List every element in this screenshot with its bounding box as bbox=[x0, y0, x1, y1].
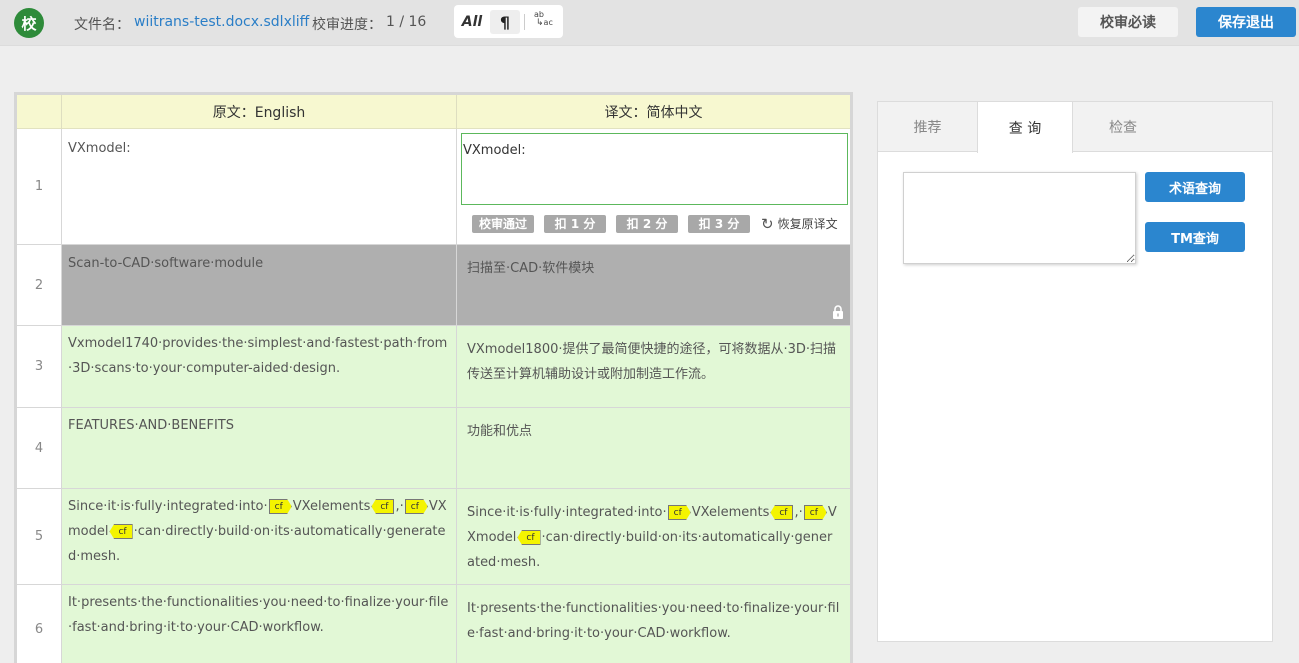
segment-grid: 原文：English 译文：简体中文 1 VXmodel: VXmodel: 校… bbox=[14, 92, 853, 663]
deduct-1-button[interactable]: 扣 1 分 bbox=[544, 215, 606, 233]
lock-icon bbox=[833, 305, 843, 319]
cf-tag-open[interactable]: cf bbox=[667, 505, 691, 520]
cf-tag-close[interactable]: cf bbox=[371, 499, 395, 514]
segment-row-4[interactable]: 4 FEATURES·AND·BENEFITS 功能和优点 bbox=[17, 408, 850, 489]
deduct-3-button[interactable]: 扣 3 分 bbox=[688, 215, 750, 233]
query-input[interactable] bbox=[903, 172, 1136, 264]
segment-number: 5 bbox=[17, 489, 62, 584]
source-text: Since·it·is·fully·integrated·into· cf VXel… bbox=[62, 489, 457, 584]
target-text: 扫描至·CAD·软件模块 bbox=[467, 261, 595, 276]
save-exit-button[interactable]: 保存退出 bbox=[1196, 7, 1296, 37]
progress-label: 校审进度： bbox=[312, 17, 382, 33]
segment-row-6[interactable]: 6 It·presents·the·functionalities·you·ne… bbox=[17, 585, 850, 663]
target-text: VXmodel1800·提供了最简便快捷的途径，可将数据从·3D·扫描传送至计算… bbox=[457, 326, 850, 407]
grid-header: 原文：English 译文：简体中文 bbox=[17, 95, 850, 129]
tab-recommend[interactable]: 推荐 bbox=[878, 102, 977, 152]
header-number-cell bbox=[17, 95, 62, 129]
side-panel: 推荐 查 询 检查 术语查询 TM查询 bbox=[877, 101, 1273, 642]
target-edit-field[interactable]: VXmodel: bbox=[461, 133, 848, 205]
tab-query[interactable]: 查 询 bbox=[977, 102, 1073, 153]
segment-number: 4 bbox=[17, 408, 62, 488]
segment-number: 6 bbox=[17, 585, 62, 663]
segment-row-1[interactable]: 1 VXmodel: VXmodel: 校审通过 扣 1 分 扣 2 分 扣 3… bbox=[17, 129, 850, 245]
segment-number: 1 bbox=[17, 129, 62, 244]
display-toolbar: All ¶ ab ↳ac bbox=[454, 5, 563, 38]
term-query-button[interactable]: 术语查询 bbox=[1145, 172, 1245, 202]
review-guide-button[interactable]: 校审必读 bbox=[1078, 7, 1178, 37]
app-logo: 校 bbox=[14, 8, 44, 38]
segment-row-3[interactable]: 3 Vxmodel1740·provides·the·simplest·and·… bbox=[17, 326, 850, 408]
target-text: It·presents·the·functionalities·you·need… bbox=[457, 585, 850, 663]
segment-row-2[interactable]: 2 Scan-to-CAD·software·module 扫描至·CAD·软件… bbox=[17, 245, 850, 326]
spellcheck-button[interactable]: ab ↳ac bbox=[532, 11, 556, 33]
segment-number: 2 bbox=[17, 245, 62, 325]
segment-row-5[interactable]: 5 Since·it·is·fully·integrated·into· cf VX… bbox=[17, 489, 850, 585]
tm-query-button[interactable]: TM查询 bbox=[1145, 222, 1245, 252]
header-source: 原文：English bbox=[62, 95, 457, 129]
target-cell: 扫描至·CAD·软件模块 bbox=[457, 245, 850, 325]
deduct-2-button[interactable]: 扣 2 分 bbox=[616, 215, 678, 233]
header-target: 译文：简体中文 bbox=[604, 105, 703, 121]
cf-tag-close[interactable]: cf bbox=[517, 530, 541, 545]
source-text: Vxmodel1740·provides·the·simplest·and·fa… bbox=[62, 326, 457, 407]
file-name-link[interactable]: wiitrans-test.docx.sdlxliff bbox=[134, 14, 309, 30]
segment-number: 3 bbox=[17, 326, 62, 407]
source-text: Scan-to-CAD·software·module bbox=[62, 245, 457, 325]
source-text: VXmodel: bbox=[62, 129, 457, 244]
tab-check[interactable]: 检查 bbox=[1073, 102, 1173, 152]
cf-tag-close[interactable]: cf bbox=[109, 524, 133, 539]
pilcrow-button[interactable]: ¶ bbox=[490, 10, 520, 34]
toolbar-divider bbox=[524, 14, 525, 30]
cf-tag-open[interactable]: cf bbox=[404, 499, 428, 514]
cf-tag-open[interactable]: cf bbox=[803, 505, 827, 520]
source-text: FEATURES·AND·BENEFITS bbox=[62, 408, 457, 488]
progress-value: 1 / 16 bbox=[386, 14, 427, 30]
restore-translation-button[interactable]: ↻ 恢复原译文 bbox=[761, 215, 838, 233]
cf-tag-open[interactable]: cf bbox=[268, 499, 292, 514]
target-text: Since·it·is·fully·integrated·into· cf VXel… bbox=[457, 489, 850, 584]
file-name-label: 文件名： bbox=[74, 17, 130, 33]
approve-button[interactable]: 校审通过 bbox=[472, 215, 534, 233]
target-text: 功能和优点 bbox=[457, 408, 850, 488]
panel-tabs: 推荐 查 询 检查 bbox=[878, 102, 1272, 153]
spellcheck-icon-bottom: ↳ac bbox=[536, 18, 553, 28]
show-all-tags-button[interactable]: All bbox=[457, 10, 487, 34]
source-text: It·presents·the·functionalities·you·need… bbox=[62, 585, 457, 663]
target-cell: VXmodel: 校审通过 扣 1 分 扣 2 分 扣 3 分 ↻ 恢复原译文 bbox=[457, 129, 850, 244]
restore-label: 恢复原译文 bbox=[777, 216, 838, 231]
refresh-icon: ↻ bbox=[761, 214, 774, 233]
top-bar: 校 文件名： wiitrans-test.docx.sdlxliff 校审进度：… bbox=[0, 0, 1299, 46]
cf-tag-close[interactable]: cf bbox=[770, 505, 794, 520]
